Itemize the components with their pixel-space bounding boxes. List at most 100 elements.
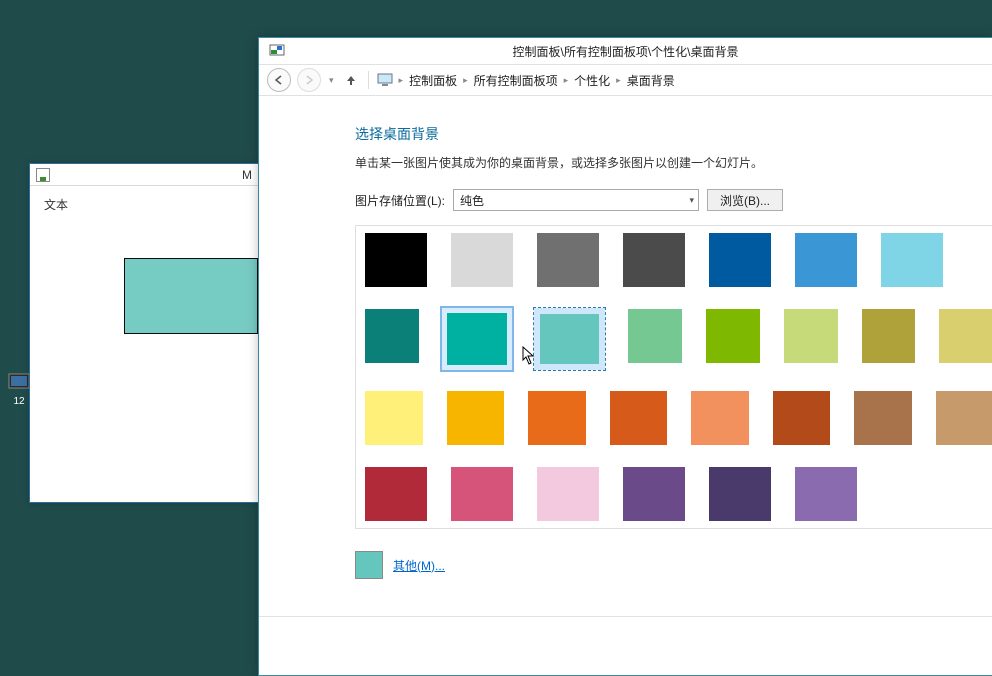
color-swatch[interactable] xyxy=(446,390,506,446)
color-swatch[interactable] xyxy=(364,466,428,522)
color-swatch[interactable] xyxy=(450,232,514,288)
chevron-right-icon: ▸ xyxy=(616,75,621,86)
color-swatch-inner xyxy=(939,309,992,363)
color-swatch[interactable] xyxy=(536,232,600,288)
location-select-value: 纯色 xyxy=(460,192,484,209)
color-swatch[interactable] xyxy=(708,466,772,522)
color-swatch-inner xyxy=(537,467,599,521)
secondary-window-title: M xyxy=(242,168,252,182)
color-swatch-inner xyxy=(709,467,771,521)
color-swatch-inner xyxy=(623,467,685,521)
breadcrumb-item[interactable]: 所有控制面板项 xyxy=(472,70,560,91)
other-color-link[interactable]: 其他(M)... xyxy=(393,557,445,574)
color-swatch-inner xyxy=(881,233,943,287)
breadcrumb: ▸ 控制面板 ▸ 所有控制面板项 ▸ 个性化 ▸ 桌面背景 xyxy=(377,70,677,91)
color-swatch-inner xyxy=(709,233,771,287)
window-icon xyxy=(36,168,50,182)
color-swatch-inner xyxy=(936,391,992,445)
color-swatch-inner xyxy=(540,314,599,364)
monitor-icon xyxy=(377,72,395,88)
color-swatch[interactable] xyxy=(690,390,750,446)
color-swatch[interactable] xyxy=(853,390,913,446)
color-swatch[interactable] xyxy=(364,390,424,446)
color-swatch-inner xyxy=(795,233,857,287)
window-app-icon xyxy=(269,43,285,59)
history-dropdown-icon[interactable]: ▾ xyxy=(327,75,336,86)
color-swatch[interactable] xyxy=(450,466,514,522)
color-swatch-inner xyxy=(365,233,427,287)
window-title-text: 控制面板\所有控制面板项\个性化\桌面背景 xyxy=(512,43,738,60)
color-swatch[interactable] xyxy=(861,308,917,364)
browse-button[interactable]: 浏览(B)... xyxy=(707,189,783,211)
color-swatch-inner xyxy=(795,467,857,521)
navigation-toolbar: ▾ ▸ 控制面板 ▸ 所有控制面板项 ▸ 个性化 ▸ 桌面背景 xyxy=(259,64,992,96)
color-swatch-inner xyxy=(365,309,419,363)
page-subheading: 单击某一张图片使其成为你的桌面背景，或选择多张图片以创建一个幻灯片。 xyxy=(355,154,992,171)
color-swatch[interactable] xyxy=(627,308,683,364)
color-swatch-panel xyxy=(355,225,992,529)
color-swatch[interactable] xyxy=(794,232,858,288)
content-area: 选择桌面背景 单击某一张图片使其成为你的桌面背景，或选择多张图片以创建一个幻灯片… xyxy=(259,96,992,675)
color-swatch-inner xyxy=(451,233,513,287)
color-swatch[interactable] xyxy=(705,308,761,364)
swatch-row xyxy=(364,308,992,370)
color-swatch-inner xyxy=(854,391,912,445)
separator xyxy=(368,71,369,89)
window-titlebar[interactable]: 控制面板\所有控制面板项\个性化\桌面背景 xyxy=(259,38,992,64)
divider xyxy=(259,616,992,617)
browse-button-label: 浏览(B)... xyxy=(720,192,770,209)
color-swatch-inner xyxy=(691,391,749,445)
chevron-down-icon: ▾ xyxy=(689,195,694,206)
color-swatch-inner xyxy=(706,309,760,363)
color-swatch-inner xyxy=(451,467,513,521)
color-swatch[interactable] xyxy=(609,390,669,446)
app-icon xyxy=(7,370,31,394)
forward-button[interactable] xyxy=(297,68,321,92)
color-swatch-inner xyxy=(623,233,685,287)
color-swatch[interactable] xyxy=(880,232,944,288)
chevron-right-icon: ▸ xyxy=(463,75,468,86)
up-button[interactable] xyxy=(342,71,360,89)
location-select[interactable]: 纯色 ▾ xyxy=(453,189,699,211)
other-color-row: 其他(M)... xyxy=(355,551,992,579)
secondary-window-titlebar[interactable]: M xyxy=(30,164,258,186)
color-swatch[interactable] xyxy=(708,232,772,288)
color-swatch[interactable] xyxy=(534,308,605,370)
color-swatch-inner xyxy=(365,467,427,521)
color-swatch-inner xyxy=(365,391,423,445)
color-swatch-inner xyxy=(447,313,508,365)
color-swatch[interactable] xyxy=(442,308,513,370)
color-swatch[interactable] xyxy=(536,466,600,522)
color-swatch[interactable] xyxy=(622,232,686,288)
color-swatch-inner xyxy=(537,233,599,287)
current-color-swatch xyxy=(355,551,383,579)
breadcrumb-item[interactable]: 桌面背景 xyxy=(625,70,677,91)
color-swatch[interactable] xyxy=(772,390,832,446)
back-button[interactable] xyxy=(267,68,291,92)
color-swatch-inner xyxy=(447,391,505,445)
chevron-right-icon: ▸ xyxy=(564,75,569,86)
swatch-row xyxy=(364,232,992,288)
color-swatch[interactable] xyxy=(935,390,992,446)
color-swatch[interactable] xyxy=(783,308,839,364)
breadcrumb-item[interactable]: 控制面板 xyxy=(407,70,459,91)
location-label: 图片存储位置(L): xyxy=(355,192,445,209)
swatch-grid xyxy=(364,232,992,522)
swatch-row xyxy=(364,390,992,446)
color-swatch-inner xyxy=(862,309,916,363)
desktop-icon-label: 12 xyxy=(13,396,24,407)
color-swatch[interactable] xyxy=(364,308,420,364)
color-swatch[interactable] xyxy=(794,466,858,522)
color-swatch[interactable] xyxy=(938,308,992,364)
color-swatch-inner xyxy=(528,391,586,445)
color-swatch[interactable] xyxy=(364,232,428,288)
color-swatch[interactable] xyxy=(527,390,587,446)
color-swatch-inner xyxy=(773,391,831,445)
text-label: 文本 xyxy=(44,198,68,212)
color-preview-rect xyxy=(124,258,258,334)
page-heading: 选择桌面背景 xyxy=(355,124,992,144)
color-swatch[interactable] xyxy=(622,466,686,522)
color-swatch-inner xyxy=(784,309,838,363)
color-swatch-inner xyxy=(610,391,668,445)
breadcrumb-item[interactable]: 个性化 xyxy=(572,70,612,91)
